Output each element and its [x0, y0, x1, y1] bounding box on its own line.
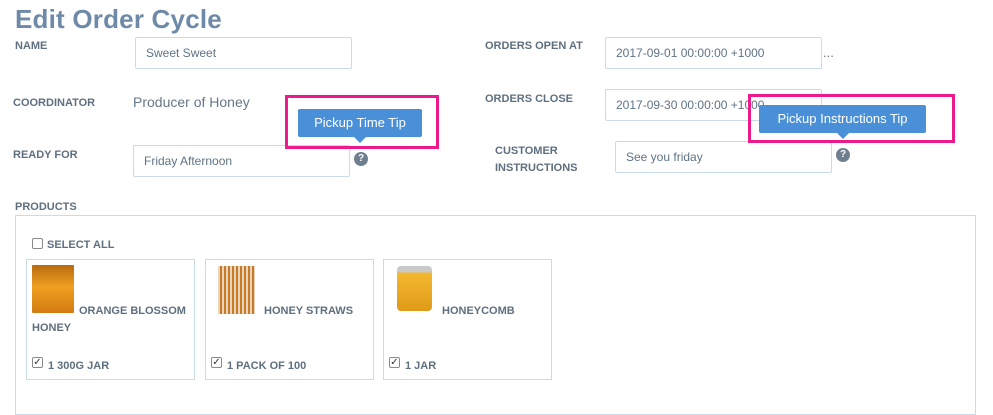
product-name: ORANGE BLOSSOM	[79, 305, 186, 317]
page-title: Edit Order Cycle	[15, 4, 222, 34]
product-name: HONEYCOMB	[442, 305, 515, 317]
honeycomb-image	[397, 266, 432, 311]
name-label: NAME	[15, 40, 48, 52]
pickup-instructions-tooltip: Pickup Instructions Tip	[759, 105, 926, 139]
honey-straws-image	[218, 266, 255, 314]
variant-label: 1 JAR	[405, 360, 437, 372]
customer-instructions-help-icon[interactable]: ?	[836, 148, 850, 162]
orders-open-at-ellipsis: ...	[823, 45, 834, 60]
variant-label: 1 300G JAR	[48, 360, 110, 372]
select-all-checkbox[interactable]	[32, 238, 43, 249]
orders-open-at-label: ORDERS OPEN AT	[485, 40, 583, 52]
customer-instructions-input[interactable]: See you friday	[615, 141, 832, 173]
product-name: HONEY STRAWS	[264, 305, 354, 317]
ready-for-input[interactable]: Friday Afternoon	[133, 145, 350, 177]
customer-instructions-label-line2: INSTRUCTIONS	[495, 162, 578, 174]
orders-close-label: ORDERS CLOSE	[485, 93, 574, 105]
variant-checkbox[interactable]: ✓	[32, 357, 43, 368]
select-all-label[interactable]: SELECT ALL	[47, 239, 114, 251]
orders-open-at-input[interactable]: 2017-09-01 00:00:00 +1000	[605, 37, 822, 69]
name-input[interactable]: Sweet Sweet	[135, 37, 352, 69]
ready-for-help-icon[interactable]: ?	[354, 152, 368, 166]
variant-label: 1 PACK OF 100	[227, 360, 307, 372]
products-label: PRODUCTS	[15, 201, 77, 213]
product-name-line2: HONEY	[32, 322, 72, 334]
variant-checkbox[interactable]: ✓	[211, 357, 222, 368]
orange-blossom-honey-image	[32, 265, 74, 313]
variant-checkbox[interactable]: ✓	[389, 357, 400, 368]
customer-instructions-label-line1: CUSTOMER	[495, 145, 558, 157]
ready-for-label: READY FOR	[13, 149, 78, 161]
coordinator-label: COORDINATOR	[13, 97, 96, 109]
coordinator-value: Producer of Honey	[133, 94, 250, 110]
pickup-time-tooltip: Pickup Time Tip	[298, 109, 422, 143]
